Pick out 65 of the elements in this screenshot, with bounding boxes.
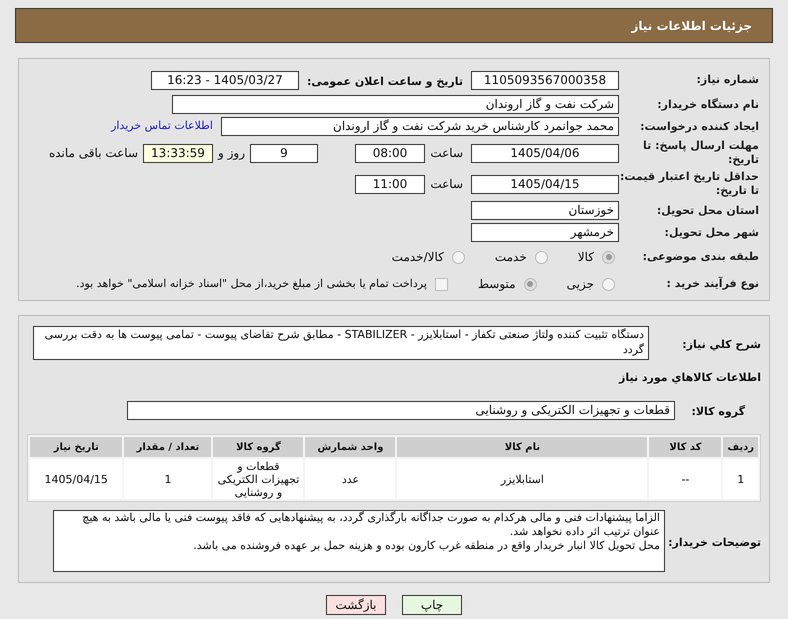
field-label: شماره نیاز: xyxy=(696,73,759,86)
remaining-label: ساعت باقی مانده xyxy=(48,145,138,162)
radio-button[interactable] xyxy=(602,278,615,290)
field-label: نام دستگاه خریدار: xyxy=(657,98,759,110)
table-cell: استابلایزر xyxy=(397,459,648,499)
text-field[interactable]: 1405/04/06 xyxy=(471,144,619,162)
radio-label: متوسط xyxy=(478,276,516,293)
column-header: گروه کالا xyxy=(213,437,304,457)
radio-label: کالا/خدمت xyxy=(392,249,444,266)
field-label: شرح کلي نياز: xyxy=(682,338,761,351)
table-cell: 1 xyxy=(124,459,212,499)
column-header: ردیف xyxy=(723,437,758,457)
field-label: تاریخ و ساعت اعلان عمومی: xyxy=(306,75,463,88)
field-label: حداقل تاریخ اعتبار قیمت: تا تاریخ: xyxy=(620,170,759,197)
text-field[interactable]: 1405/04/15 xyxy=(471,174,619,194)
field-label: گروه کالا: xyxy=(691,405,745,418)
back-button[interactable]: بازگشت xyxy=(326,595,386,615)
time-label: ساعت xyxy=(433,176,463,193)
radio-label: جزیی xyxy=(566,276,594,293)
table-cell: عدد xyxy=(305,459,396,499)
text-field[interactable]: 1105093567000358 xyxy=(471,70,619,90)
text-field[interactable]: خرمشهر xyxy=(471,223,619,242)
radio-label: خدمت xyxy=(494,249,527,266)
field-label: ایجاد کننده درخواست: xyxy=(640,120,759,132)
column-header: واحد شمارش xyxy=(305,437,396,457)
text-field[interactable]: 9 xyxy=(250,144,318,162)
field-label: مهلت ارسال پاسخ: تا تاریخ: xyxy=(643,139,759,166)
page-title: جزئیات اطلاعات نیاز xyxy=(631,18,752,34)
days-label: روز و xyxy=(218,145,245,162)
radio-button[interactable] xyxy=(602,250,615,264)
field-label: طبقه بندی موضوعی: xyxy=(642,250,759,263)
checkbox[interactable] xyxy=(434,278,448,290)
column-header: تعداد / مقدار xyxy=(124,437,212,457)
radio-button[interactable] xyxy=(452,250,465,264)
radio-button[interactable] xyxy=(534,250,548,264)
text-field[interactable]: خوزستان xyxy=(471,201,619,220)
text-field[interactable]: محمد جوانمرد کارشناس خرید شرکت نفت و گاز اروندان xyxy=(221,117,619,136)
table-cell: 1405/04/15 xyxy=(30,459,122,499)
column-header: کد کالا xyxy=(649,437,722,457)
radio-label: کالا xyxy=(578,249,594,266)
text-field[interactable]: 08:00 xyxy=(355,144,425,162)
time-label: ساعت xyxy=(433,145,463,162)
print-button[interactable]: چاپ xyxy=(402,595,462,615)
buyer-notes-box[interactable] xyxy=(53,510,665,572)
section-title: اطلاعات کالاهاي مورد نياز xyxy=(619,371,761,384)
buyer-contact-link[interactable]: اطلاعات تماس خریدار xyxy=(111,118,213,135)
field-label: نوع فرآیند خرید : xyxy=(666,277,759,290)
checkbox-label: پرداخت تمام یا بخشی از مبلغ خرید،از محل "اسناد خزانه اسلامی" خواهد بود. xyxy=(76,276,427,292)
text-field[interactable]: 11:00 xyxy=(355,174,425,194)
table-cell: -- xyxy=(649,459,722,499)
field-label: استان محل تحویل: xyxy=(656,204,759,216)
column-header: نام کالا xyxy=(397,437,648,457)
text-field[interactable]: شرکت نفت و گاز اروندان xyxy=(172,95,619,114)
note-text: الزاما پیشنهادات فنی و مالی هرکدام به صورت جداگانه بارگذاری گردد، به پیشنهادهایی که فاقد پیوست فنی یا مالی باشد به هیچ عنوان ترتیب اثر داده نخواهد شد. xyxy=(81,511,660,539)
field-label: توضیحات خریدار: xyxy=(668,536,761,549)
field-label: شهر محل تحویل: xyxy=(664,226,759,238)
countdown-field[interactable]: 13:33:59 xyxy=(143,144,213,162)
radio-button[interactable] xyxy=(524,278,537,290)
column-header: تاریخ نیاز xyxy=(30,437,122,457)
text-field[interactable]: قطعات و تجهیزات الکتریکی و روشنایی xyxy=(127,400,675,420)
table-cell: قطعات و تجهیزات الکتریکی و روشنایی xyxy=(213,459,304,499)
note-text: محل تحویل کالا انبار خریدار واقع در منطقه غرب کارون بوده و هزینه حمل بر عهده فروشنده می باشد. xyxy=(192,539,660,553)
table-cell: 1 xyxy=(723,459,758,499)
description-box[interactable]: دستگاه تثبیت کننده ولتاژ صنعتی تکفاز - استابلایزر - STABILIZER - مطابق شرح تقاضای پیوست - تمامی پیوست ها به دقت بررسی گردد xyxy=(33,326,649,360)
text-field[interactable]: 1405/03/27 - 16:23 xyxy=(150,70,299,90)
